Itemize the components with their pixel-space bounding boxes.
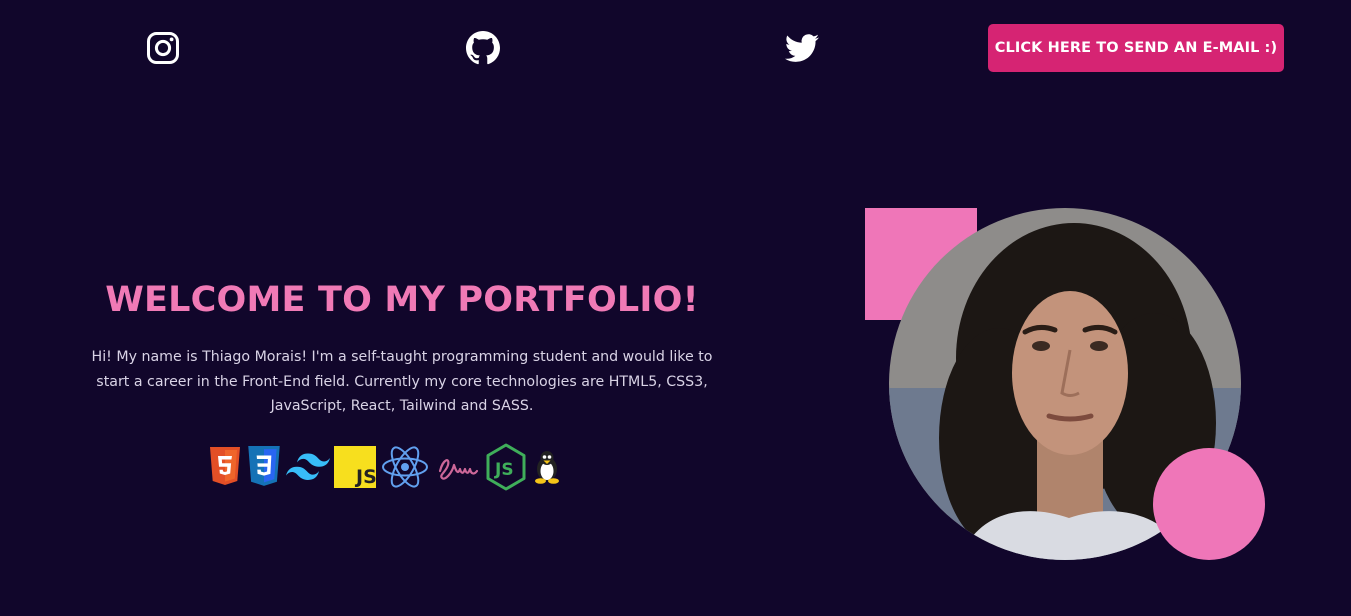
twitter-link[interactable] bbox=[785, 31, 819, 65]
instagram-icon bbox=[147, 32, 179, 64]
portfolio-page: CLICK HERE TO SEND AN E-MAIL :) WELCOME … bbox=[0, 0, 1351, 616]
decorative-circle bbox=[1153, 448, 1265, 560]
css3-icon bbox=[246, 446, 282, 488]
github-link[interactable] bbox=[466, 31, 500, 65]
html5-icon bbox=[208, 447, 242, 487]
tailwind-icon bbox=[286, 447, 330, 487]
twitter-icon bbox=[785, 34, 819, 62]
javascript-icon: JS bbox=[334, 446, 376, 488]
nodejs-icon: JS bbox=[484, 443, 528, 491]
github-icon bbox=[466, 31, 500, 65]
sass-icon bbox=[434, 447, 480, 487]
technology-icons: JS JS bbox=[208, 442, 566, 492]
svg-text:JS: JS bbox=[354, 466, 376, 488]
linux-tux-icon bbox=[532, 449, 562, 485]
instagram-link[interactable] bbox=[146, 31, 180, 65]
page-title: WELCOME TO MY PORTFOLIO! bbox=[105, 280, 699, 320]
send-email-button[interactable]: CLICK HERE TO SEND AN E-MAIL :) bbox=[988, 24, 1284, 72]
react-icon bbox=[380, 445, 430, 489]
intro-paragraph: Hi! My name is Thiago Morais! I'm a self… bbox=[91, 349, 713, 414]
svg-text:JS: JS bbox=[494, 460, 514, 480]
